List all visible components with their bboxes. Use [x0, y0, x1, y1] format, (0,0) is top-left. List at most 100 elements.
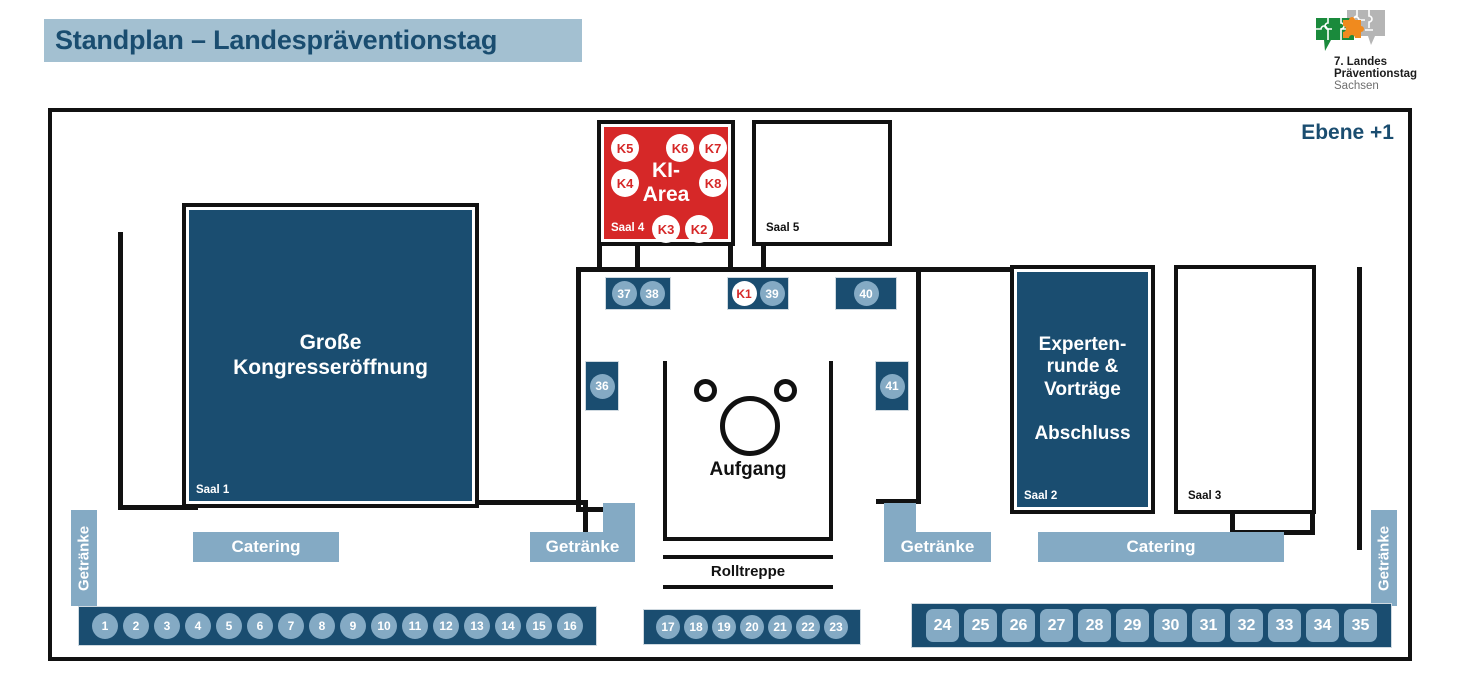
wall-saal1-right-spur [476, 500, 588, 505]
booth-27[interactable]: 27 [1040, 609, 1073, 642]
booth-25[interactable]: 25 [964, 609, 997, 642]
booth-33[interactable]: 33 [1268, 609, 1301, 642]
room-saal-1-title-line-2: Kongresseröffnung [233, 355, 428, 379]
booth-26[interactable]: 26 [1002, 609, 1035, 642]
booth-31[interactable]: 31 [1192, 609, 1225, 642]
wall-right-spur-vertical [916, 272, 921, 504]
wall-corridor-left [576, 267, 581, 512]
booth-2[interactable]: 2 [123, 613, 149, 639]
rolltreppe-line-top [663, 555, 833, 559]
booth-22[interactable]: 22 [796, 615, 820, 639]
booth-row-24-35[interactable]: 24 25 26 27 28 29 30 31 32 33 34 35 [911, 603, 1392, 648]
booth-7[interactable]: 7 [278, 613, 304, 639]
room-saal-4-fill: KI- Area Saal 4 K5 K6 K7 K4 K8 K3 K2 [604, 127, 728, 243]
booth-marker-k1[interactable]: K1 [731, 281, 757, 306]
service-catering-left[interactable]: Catering [193, 532, 339, 562]
service-getraenke-mid-left[interactable]: Getränke [530, 532, 635, 562]
service-getraenke-far-left[interactable]: Getränke [71, 510, 97, 606]
booth-16[interactable]: 16 [557, 613, 583, 639]
booth-29[interactable]: 29 [1116, 609, 1149, 642]
booth-21[interactable]: 21 [768, 615, 792, 639]
booth-34[interactable]: 34 [1306, 609, 1339, 642]
room-saal-5-label: Saal 5 [766, 222, 800, 234]
floorplan-canvas: Standplan – Landespräventionstag 7. Land… [0, 0, 1460, 680]
booth-marker-k7[interactable]: K7 [699, 134, 727, 162]
booth-24[interactable]: 24 [926, 609, 959, 642]
booth-10[interactable]: 10 [371, 613, 397, 639]
booth-32[interactable]: 32 [1230, 609, 1263, 642]
logo-line-3: Sachsen [1334, 80, 1379, 93]
booth-1[interactable]: 1 [92, 613, 118, 639]
room-saal-2-title-line-2: runde & [1046, 356, 1119, 378]
room-saal-5-fill: Saal 5 [759, 127, 885, 239]
puzzle-speech-bubble-icon [1316, 10, 1385, 51]
booth-marker-k3[interactable]: K3 [652, 215, 680, 243]
booth-row-17-23[interactable]: 17 18 19 20 21 22 23 [643, 609, 861, 645]
room-saal-2-title-line-3: Vorträge [1044, 378, 1121, 400]
stair-circle-small-right [774, 379, 797, 402]
booth-4[interactable]: 4 [185, 613, 211, 639]
booth-13[interactable]: 13 [464, 613, 490, 639]
booth-5[interactable]: 5 [216, 613, 242, 639]
aufgang-area[interactable]: Aufgang [663, 361, 833, 541]
booth-15[interactable]: 15 [526, 613, 552, 639]
booth-35[interactable]: 35 [1344, 609, 1377, 642]
booth-23[interactable]: 23 [824, 615, 848, 639]
wall-left-vertical [118, 232, 123, 510]
booth-marker-k5[interactable]: K5 [611, 134, 639, 162]
booth-8[interactable]: 8 [309, 613, 335, 639]
booth-row-1-16[interactable]: 1 2 3 4 5 6 7 8 9 10 11 12 13 14 15 16 [78, 606, 597, 646]
booth-block-37-38[interactable]: 37 38 [605, 277, 671, 310]
booth-20[interactable]: 20 [740, 615, 764, 639]
wall-stub-saal5-left [728, 244, 733, 268]
page-title: Standplan – Landespräventionstag [55, 25, 498, 55]
booth-17[interactable]: 17 [656, 615, 680, 639]
rolltreppe-label: Rolltreppe [710, 563, 786, 580]
booth-block-36[interactable]: 36 [585, 361, 619, 411]
booth-marker-k8[interactable]: K8 [699, 169, 727, 197]
room-saal-2[interactable]: Experten- runde & Vorträge Abschluss Saa… [1010, 265, 1155, 514]
booth-12[interactable]: 12 [433, 613, 459, 639]
booth-38[interactable]: 38 [639, 281, 665, 306]
room-saal-1-fill: Große Kongresseröffnung Saal 1 [189, 210, 472, 501]
wall-stub-saal5-right [761, 244, 766, 268]
service-getraenke-mid-right[interactable]: Getränke [884, 532, 991, 562]
booth-39[interactable]: 39 [759, 281, 785, 306]
booth-block-41[interactable]: 41 [875, 361, 909, 411]
room-saal-4[interactable]: KI- Area Saal 4 K5 K6 K7 K4 K8 K3 K2 [597, 120, 735, 246]
wall-stub-saal4-right [635, 244, 640, 268]
booth-marker-k6[interactable]: K6 [666, 134, 694, 162]
room-saal-5[interactable]: Saal 5 [752, 120, 892, 246]
room-saal-2-label: Saal 2 [1024, 490, 1058, 502]
service-catering-right[interactable]: Catering [1038, 532, 1284, 562]
logo-line-2: Präventionstag [1334, 68, 1418, 81]
booth-41[interactable]: 41 [879, 373, 905, 399]
logo-wordmark: 7. Landes Präventionstag Sachsen [1334, 56, 1417, 93]
booth-3[interactable]: 3 [154, 613, 180, 639]
booth-marker-k4[interactable]: K4 [611, 169, 639, 197]
room-saal-4-label: Saal 4 [611, 222, 645, 234]
booth-30[interactable]: 30 [1154, 609, 1187, 642]
booth-40[interactable]: 40 [853, 281, 879, 306]
service-getraenke-mid-right-stub [884, 503, 916, 533]
room-saal-1[interactable]: Große Kongresseröffnung Saal 1 [182, 203, 479, 508]
aufgang-label: Aufgang [709, 459, 787, 480]
room-saal-3[interactable]: Saal 3 [1174, 265, 1316, 514]
booth-36[interactable]: 36 [589, 373, 615, 399]
booth-block-40[interactable]: 40 [835, 277, 897, 310]
booth-14[interactable]: 14 [495, 613, 521, 639]
booth-28[interactable]: 28 [1078, 609, 1111, 642]
room-saal-2-fill: Experten- runde & Vorträge Abschluss Saa… [1017, 272, 1148, 507]
wall-stub-saal4-left [597, 244, 602, 268]
booth-18[interactable]: 18 [684, 615, 708, 639]
service-getraenke-far-right[interactable]: Getränke [1371, 510, 1397, 606]
floor-level-label: Ebene +1 [1301, 121, 1394, 144]
room-saal-3-label: Saal 3 [1188, 490, 1222, 502]
booth-block-k1-39[interactable]: K1 39 [727, 277, 789, 310]
booth-marker-k2[interactable]: K2 [685, 215, 713, 243]
booth-11[interactable]: 11 [402, 613, 428, 639]
booth-19[interactable]: 19 [712, 615, 736, 639]
booth-37[interactable]: 37 [611, 281, 637, 306]
booth-6[interactable]: 6 [247, 613, 273, 639]
booth-9[interactable]: 9 [340, 613, 366, 639]
